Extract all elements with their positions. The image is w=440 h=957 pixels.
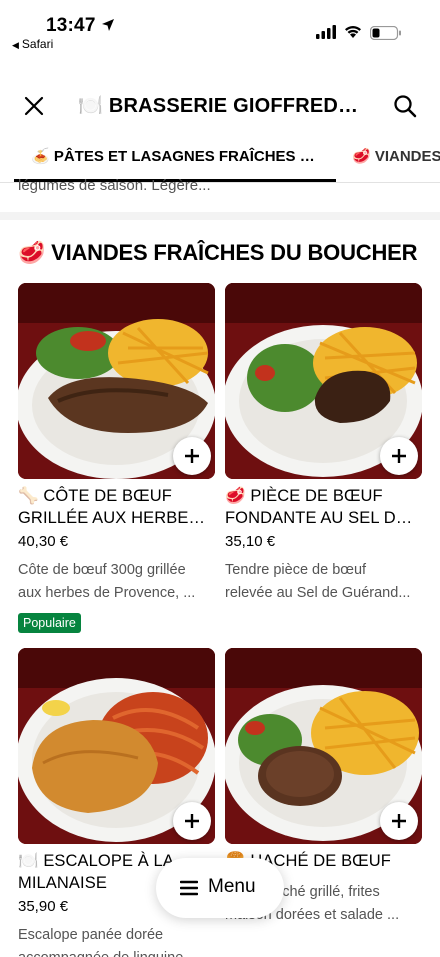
tab-viandes[interactable]: 🥩 VIANDES FRAÎCHES DU BOUCHER — [352, 147, 440, 165]
item-photo[interactable] — [225, 648, 422, 844]
item-name-line: GRILLÉE AUX HERBES ... — [18, 509, 216, 527]
add-to-cart-button[interactable] — [173, 802, 211, 840]
item-name: 🥩 PIÈCE DE BŒUF FONDANTE AU SEL DE ... — [225, 485, 423, 529]
item-photo[interactable] — [18, 283, 215, 479]
location-arrow-icon — [102, 19, 114, 31]
menu-item-card[interactable]: 🦴 CÔTE DE BŒUF GRILLÉE AUX HERBES ... 40… — [18, 283, 216, 633]
add-to-cart-button[interactable] — [173, 437, 211, 475]
item-description-line: aux herbes de Provence, ... — [18, 585, 196, 601]
plus-icon — [185, 814, 199, 828]
back-to-app[interactable]: ◀ Safari — [12, 37, 53, 51]
menu-icon — [180, 880, 198, 896]
item-photo[interactable] — [18, 648, 215, 844]
back-app-label: Safari — [21, 37, 54, 51]
item-description-line: relevée au Sel de Guérand... — [225, 585, 411, 601]
add-to-cart-button[interactable] — [380, 437, 418, 475]
status-bar: 13:47 ◀ Safari — [0, 0, 440, 60]
item-description-line: Côte de bœuf 300g grillée — [18, 562, 186, 578]
item-description-line: Escalope panée dorée — [18, 927, 164, 943]
item-name: 🦴 CÔTE DE BŒUF GRILLÉE AUX HERBES ... — [18, 485, 216, 529]
item-price: 35,10 € — [225, 533, 276, 550]
item-description: Escalope panée dorée accompagnée de ling… — [18, 924, 216, 957]
status-time: 13:47 — [46, 15, 96, 36]
menu-button-label: Menu — [208, 876, 256, 897]
wifi-icon — [345, 26, 361, 38]
item-description: Côte de bœuf 300g grillée aux herbes de … — [18, 559, 216, 605]
item-name-line: FONDANTE AU SEL DE ... — [225, 509, 423, 527]
plus-icon — [392, 449, 406, 463]
item-photo[interactable] — [225, 283, 422, 479]
search-icon[interactable] — [392, 93, 418, 119]
popular-badge: Populaire — [18, 613, 81, 633]
plus-icon — [185, 449, 199, 463]
add-to-cart-button[interactable] — [380, 802, 418, 840]
close-icon[interactable] — [22, 94, 46, 118]
previous-item-description: légumes de saison. Légère... — [18, 177, 211, 194]
item-price: 40,30 € — [18, 533, 69, 550]
menu-button[interactable]: Menu — [156, 858, 284, 918]
store-title: 🍽️ BRASSERIE GIOFFREDO – NICE — [78, 95, 368, 117]
item-description: Tendre pièce de bœuf relevée au Sel de G… — [225, 559, 423, 605]
cellular-signal-icon — [316, 25, 336, 39]
item-name-line: 🥩 PIÈCE DE BŒUF — [225, 487, 383, 505]
store-header: 🍽️ BRASSERIE GIOFFREDO – NICE — [0, 80, 440, 130]
menu-item-card[interactable]: 🥩 PIÈCE DE BŒUF FONDANTE AU SEL DE ... 3… — [225, 283, 423, 605]
battery-icon — [370, 26, 401, 40]
section-divider — [0, 212, 440, 220]
item-description-line: Tendre pièce de bœuf — [225, 562, 367, 578]
plus-icon — [392, 814, 406, 828]
item-description-line: accompagnée de linguine... — [18, 947, 216, 957]
section-title: 🥩 VIANDES FRAÎCHES DU BOUCHER — [18, 240, 418, 265]
tab-pates-lasagnes[interactable]: 🍝 PÂTES ET LASAGNES FRAÎCHES MAISON — [31, 147, 321, 165]
item-name-line: 🦴 CÔTE DE BŒUF — [18, 487, 172, 505]
